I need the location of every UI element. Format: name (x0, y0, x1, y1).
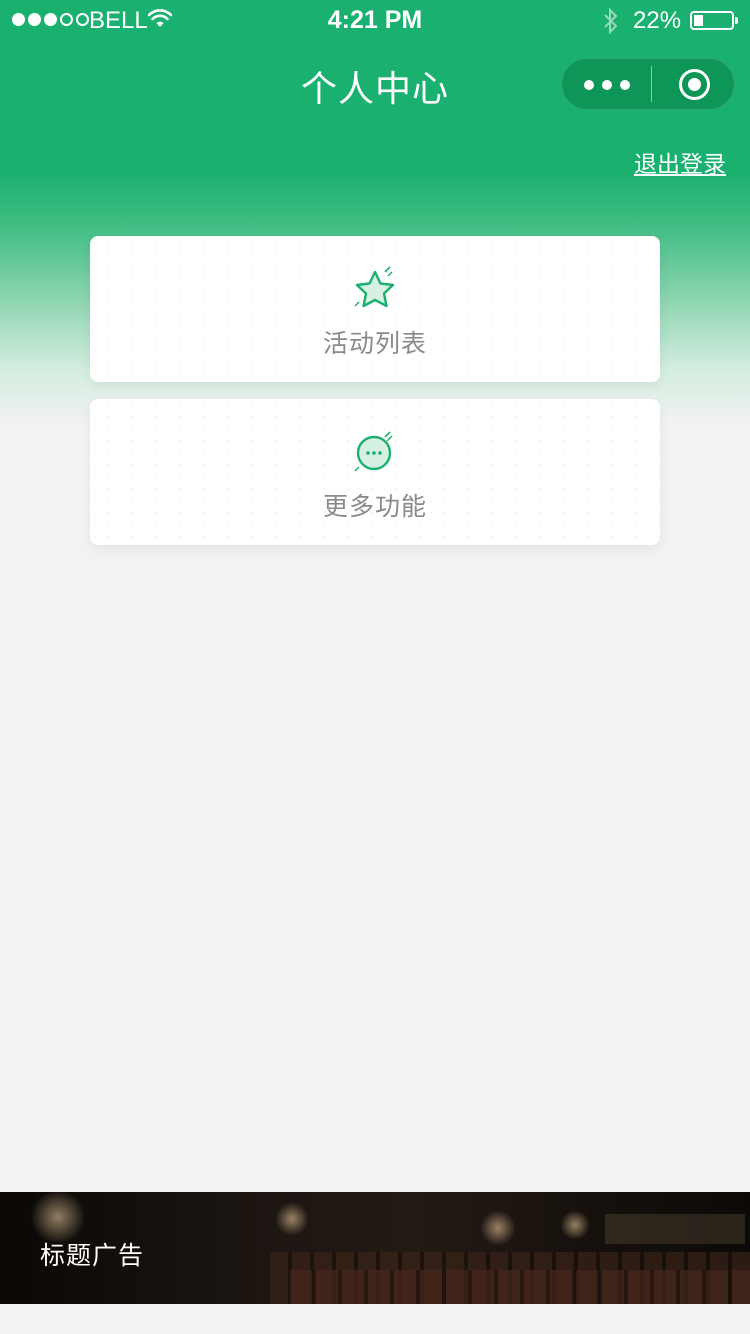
star-icon (354, 266, 395, 308)
target-close-icon[interactable] (679, 69, 710, 100)
mini-program-capsule (561, 58, 735, 110)
ad-light (28, 1192, 88, 1242)
ad-background-decoration (290, 1270, 750, 1304)
screen: BELL 4:21 PM 22% 个人中心 退出登录 活动列表 更多功能 标题广… (0, 0, 750, 1334)
ad-banner[interactable]: 标题广告 (0, 1192, 750, 1304)
logout-link[interactable]: 退出登录 (634, 145, 726, 179)
capsule-divider (651, 66, 652, 102)
battery-icon (690, 11, 738, 30)
ad-light (480, 1210, 516, 1246)
ad-title: 标题广告 (40, 1241, 145, 1270)
menu-card-activity-list[interactable]: 活动列表 (90, 236, 660, 382)
more-dots-icon[interactable] (584, 80, 630, 90)
menu-item-label: 更多功能 (322, 492, 427, 521)
ad-light (275, 1202, 309, 1236)
chat-bubble-icon (354, 431, 393, 472)
status-bar: BELL 4:21 PM 22% (0, 0, 750, 40)
menu-item-label: 活动列表 (322, 329, 427, 358)
battery-percent: 22% (633, 7, 682, 34)
menu-card-more-features[interactable]: 更多功能 (90, 399, 660, 545)
ad-background-decoration (605, 1214, 745, 1244)
ad-light (560, 1210, 590, 1240)
bluetooth-icon (602, 7, 620, 40)
